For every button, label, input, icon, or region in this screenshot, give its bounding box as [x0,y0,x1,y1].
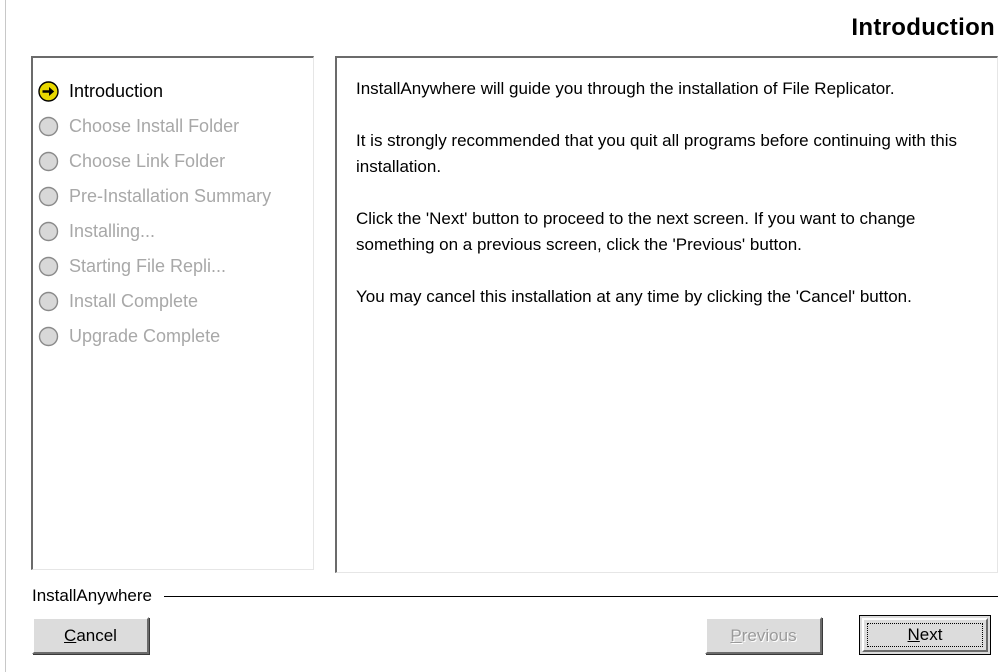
previous-label: revious [741,625,797,645]
cancel-label: ancel [76,625,117,645]
step-label: Upgrade Complete [69,326,221,346]
content-paragraph: You may cancel this installation at any … [356,287,912,306]
step-label: Pre-Installation Summary [69,186,272,206]
content-paragraph: InstallAnywhere will guide you through t… [356,79,895,98]
previous-mnemonic: P [730,625,742,645]
step-label: Choose Install Folder [69,116,240,136]
step-label: Choose Link Folder [69,151,226,171]
cancel-mnemonic: C [64,625,77,645]
content-panel: InstallAnywhere will guide you through t… [335,56,998,573]
steps-list: Introduction Choose Install Folder Choos… [33,58,313,354]
step-introduction: Introduction [38,74,313,109]
brand-label: InstallAnywhere [32,586,153,605]
steps-panel: Introduction Choose Install Folder Choos… [31,56,314,570]
empty-circle-icon [38,326,59,347]
empty-circle-icon [38,151,59,172]
step-installing: Installing... [38,214,313,249]
step-pre-installation-summary: Pre-Installation Summary [38,179,313,214]
content-paragraph: Click the 'Next' button to proceed to th… [356,209,916,254]
step-upgrade-complete: Upgrade Complete [38,319,313,354]
next-button-face: Next [862,618,988,652]
step-choose-install-folder: Choose Install Folder [38,109,313,144]
empty-circle-icon [38,256,59,277]
step-choose-link-folder: Choose Link Folder [38,144,313,179]
step-install-complete: Install Complete [38,284,313,319]
cancel-button[interactable]: Cancel [32,617,149,654]
introduction-text: InstallAnywhere will guide you through t… [337,58,997,310]
step-label: Starting File Repli... [69,256,227,276]
previous-button[interactable]: Previous [705,617,822,654]
step-label: Installing... [69,221,156,241]
empty-circle-icon [38,116,59,137]
step-label: Install Complete [69,291,199,311]
window-left-border [5,0,6,672]
empty-circle-icon [38,221,59,242]
empty-circle-icon [38,186,59,207]
focus-ring [867,623,983,647]
empty-circle-icon [38,291,59,312]
footer-group: InstallAnywhere [32,585,998,607]
page-title: Introduction [851,14,995,41]
next-button[interactable]: Next [859,615,991,655]
content-paragraph: It is strongly recommended that you quit… [356,131,957,176]
footer-divider [164,595,998,597]
step-label: Introduction [69,81,164,101]
step-starting-file-replicator: Starting File Repli... [38,249,313,284]
arrow-right-circle-icon [38,81,59,102]
